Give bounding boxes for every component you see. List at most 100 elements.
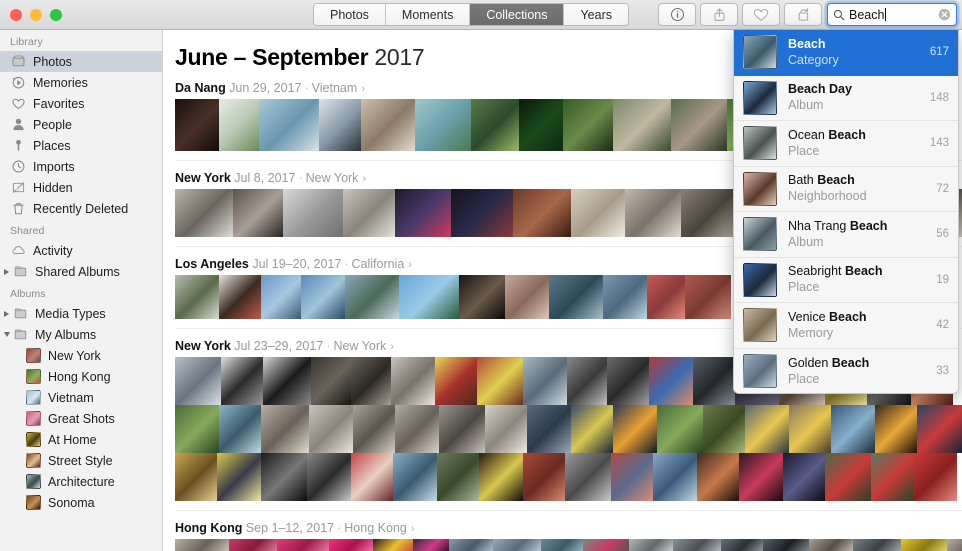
- tab-photos[interactable]: Photos: [314, 4, 386, 25]
- chevron-right-icon[interactable]: ›: [404, 259, 412, 271]
- photo-thumbnail[interactable]: [345, 275, 399, 319]
- photo-thumbnail[interactable]: [571, 405, 613, 453]
- search-result-row[interactable]: Ocean Beach Place 143: [734, 121, 958, 167]
- photo-thumbnail[interactable]: [567, 357, 607, 405]
- search-result-row[interactable]: Golden Beach Place 33: [734, 348, 958, 393]
- sidebar[interactable]: Library Photos Memories Favorites People Plac…: [0, 30, 163, 551]
- photo-thumbnail[interactable]: [541, 539, 583, 551]
- search-results-dropdown[interactable]: Beach Category 617 Beach Day Album 148 Ocean B…: [733, 30, 959, 394]
- sidebar-item-memories[interactable]: Memories: [0, 72, 162, 93]
- clear-icon[interactable]: [938, 8, 951, 21]
- tab-collections[interactable]: Collections: [470, 4, 565, 25]
- photo-thumbnail[interactable]: [263, 357, 311, 405]
- photo-thumbnail[interactable]: [221, 357, 263, 405]
- photo-thumbnail[interactable]: [607, 357, 649, 405]
- photo-thumbnail[interactable]: [611, 453, 653, 501]
- sidebar-item-people[interactable]: People: [0, 114, 162, 135]
- favorite-button[interactable]: [742, 3, 780, 26]
- photo-thumbnail[interactable]: [647, 275, 685, 319]
- sidebar-item-favorites[interactable]: Favorites: [0, 93, 162, 114]
- photo-thumbnail[interactable]: [451, 189, 513, 237]
- photo-thumbnail[interactable]: [175, 357, 221, 405]
- photo-thumbnail[interactable]: [449, 539, 493, 551]
- album-item-vietnam[interactable]: Vietnam: [0, 387, 162, 408]
- photo-thumbnail[interactable]: [259, 99, 319, 151]
- album-item-hong-kong[interactable]: Hong Kong: [0, 366, 162, 387]
- photo-thumbnail[interactable]: [395, 189, 451, 237]
- chevron-right-icon[interactable]: ›: [357, 83, 365, 95]
- chevron-right-icon[interactable]: ›: [386, 341, 394, 353]
- chevron-right-icon[interactable]: [1, 310, 12, 317]
- photo-thumbnail[interactable]: [721, 539, 763, 551]
- minimize-button[interactable]: [30, 8, 42, 21]
- chevron-right-icon[interactable]: ›: [407, 523, 415, 535]
- maximize-button[interactable]: [50, 8, 62, 21]
- photo-thumbnail[interactable]: [301, 275, 345, 319]
- search-result-row[interactable]: Seabright Beach Place 19: [734, 257, 958, 303]
- photo-thumbnail[interactable]: [681, 189, 739, 237]
- photo-thumbnail[interactable]: [513, 189, 571, 237]
- photo-thumbnail[interactable]: [649, 357, 693, 405]
- photo-thumbnail[interactable]: [439, 405, 485, 453]
- photo-thumbnail[interactable]: [673, 539, 721, 551]
- photo-thumbnail[interactable]: [477, 357, 523, 405]
- photo-thumbnail[interactable]: [437, 453, 479, 501]
- photo-thumbnail[interactable]: [233, 189, 283, 237]
- photo-thumbnail[interactable]: [219, 405, 261, 453]
- photo-thumbnail[interactable]: [175, 405, 219, 453]
- photo-thumbnail[interactable]: [505, 275, 549, 319]
- photo-thumbnail[interactable]: [549, 275, 603, 319]
- photo-thumbnail[interactable]: [947, 539, 962, 551]
- photo-thumbnail[interactable]: [277, 539, 329, 551]
- photo-thumbnail[interactable]: [395, 405, 439, 453]
- photo-thumbnail[interactable]: [613, 405, 657, 453]
- photo-thumbnail[interactable]: [261, 275, 301, 319]
- moment-header[interactable]: Hong Kong Sep 1–12, 2017 · Hong Kong ›: [163, 521, 962, 539]
- share-button[interactable]: [700, 3, 738, 26]
- photo-thumbnail[interactable]: [485, 405, 527, 453]
- photo-thumbnail[interactable]: [809, 539, 853, 551]
- photo-thumbnail[interactable]: [261, 405, 309, 453]
- photo-thumbnail[interactable]: [629, 539, 673, 551]
- sidebar-item-recently-deleted[interactable]: Recently Deleted: [0, 198, 162, 219]
- photo-thumbnail[interactable]: [763, 539, 809, 551]
- photo-thumbnail[interactable]: [219, 275, 261, 319]
- view-mode-segmented-control[interactable]: Photos Moments Collections Years: [313, 3, 629, 26]
- sidebar-item-shared-albums[interactable]: Shared Albums: [0, 261, 162, 282]
- photo-thumbnail[interactable]: [175, 453, 217, 501]
- photo-thumbnail[interactable]: [479, 453, 523, 501]
- photo-thumbnail[interactable]: [319, 99, 361, 151]
- photo-thumbnail[interactable]: [875, 405, 917, 453]
- photo-thumbnail[interactable]: [697, 453, 739, 501]
- search-result-row[interactable]: Bath Beach Neighborhood 72: [734, 166, 958, 212]
- photo-thumbnail[interactable]: [831, 405, 875, 453]
- photo-thumbnail[interactable]: [435, 357, 477, 405]
- photo-thumbnail[interactable]: [311, 357, 351, 405]
- photo-thumbnail[interactable]: [789, 405, 831, 453]
- photo-thumbnail[interactable]: [393, 453, 437, 501]
- photo-thumbnail[interactable]: [685, 275, 731, 319]
- photo-thumbnail[interactable]: [471, 99, 519, 151]
- album-item-sonoma[interactable]: Sonoma: [0, 492, 162, 513]
- photo-thumbnail[interactable]: [459, 275, 505, 319]
- photo-thumbnail[interactable]: [653, 453, 697, 501]
- sidebar-item-media-types[interactable]: Media Types: [0, 303, 162, 324]
- photo-thumbnail[interactable]: [853, 539, 901, 551]
- search-result-row[interactable]: Nha Trang Beach Album 56: [734, 212, 958, 258]
- chevron-right-icon[interactable]: [1, 268, 12, 275]
- photo-thumbnail[interactable]: [353, 405, 395, 453]
- photo-thumbnail[interactable]: [351, 357, 391, 405]
- photo-thumbnail[interactable]: [217, 453, 261, 501]
- album-item-street-style[interactable]: Street Style: [0, 450, 162, 471]
- sidebar-item-hidden[interactable]: Hidden: [0, 177, 162, 198]
- album-item-architecture[interactable]: Architecture: [0, 471, 162, 492]
- chevron-down-icon[interactable]: [1, 332, 12, 337]
- tab-years[interactable]: Years: [564, 4, 628, 25]
- photo-thumbnail[interactable]: [399, 275, 459, 319]
- sidebar-item-imports[interactable]: Imports: [0, 156, 162, 177]
- photo-thumbnail[interactable]: [329, 539, 373, 551]
- photo-thumbnail[interactable]: [603, 275, 647, 319]
- photo-thumbnail[interactable]: [309, 405, 353, 453]
- sidebar-item-photos[interactable]: Photos: [0, 51, 162, 72]
- sidebar-item-activity[interactable]: Activity: [0, 240, 162, 261]
